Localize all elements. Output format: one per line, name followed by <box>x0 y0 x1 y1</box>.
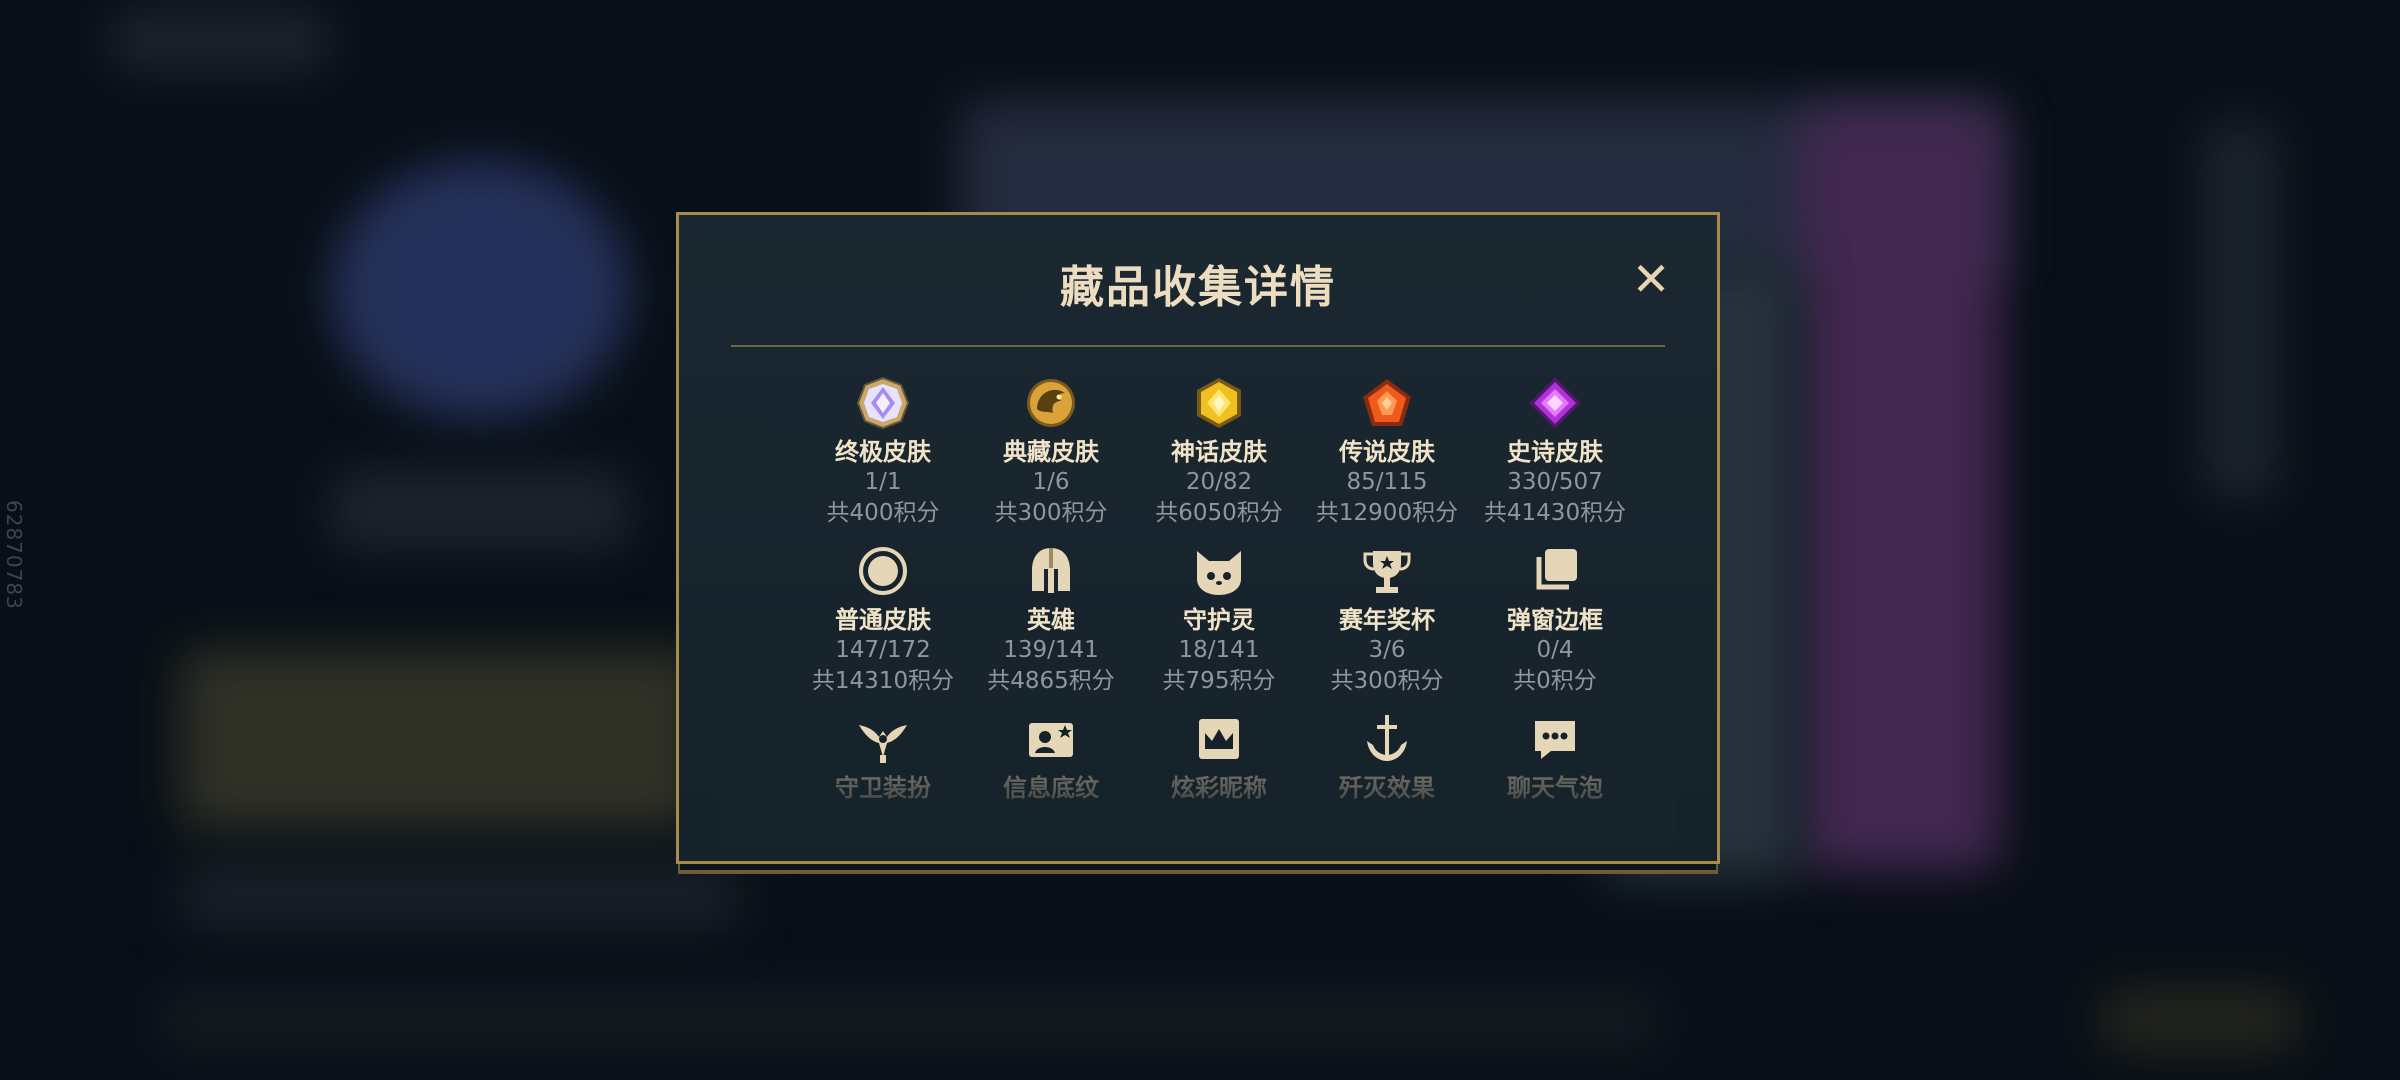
close-button[interactable]: ✕ <box>1629 256 1673 302</box>
collection-item-chat-bubble[interactable]: 聊天气泡 <box>1471 711 1639 803</box>
legendary-gem-icon <box>1363 379 1411 426</box>
item-count: 18/141 <box>1178 637 1260 663</box>
collection-item-popup-frame[interactable]: 弹窗边框 0/4 共0积分 <box>1471 543 1639 697</box>
item-points: 共12900积分 <box>1315 500 1459 526</box>
item-name: 普通皮肤 <box>835 606 931 634</box>
collection-item-ultimate-skin[interactable]: 终极皮肤 1/1 共400积分 <box>799 375 967 529</box>
finisher-anchor-icon <box>1367 715 1407 761</box>
item-name: 史诗皮肤 <box>1507 438 1603 466</box>
item-name: 歼灭效果 <box>1339 774 1435 802</box>
item-count: 85/115 <box>1346 469 1428 495</box>
item-name: 英雄 <box>1027 606 1075 634</box>
item-count: 3/6 <box>1368 637 1406 663</box>
banner-icon <box>1029 723 1073 757</box>
item-name: 赛年奖杯 <box>1339 606 1435 634</box>
modal-title: 藏品收集详情 <box>1060 262 1336 313</box>
trophy-icon <box>1363 551 1411 593</box>
collection-item-legendary-skin[interactable]: 传说皮肤 85/115 共12900积分 <box>1303 375 1471 529</box>
collection-item-mythic-skin[interactable]: 神话皮肤 20/82 共6050积分 <box>1135 375 1303 529</box>
item-count: 20/82 <box>1185 469 1253 495</box>
collection-item-banner[interactable]: 信息底纹 <box>967 711 1135 803</box>
item-name: 传说皮肤 <box>1339 438 1435 466</box>
item-points: 共795积分 <box>1162 668 1276 694</box>
item-points: 共14310积分 <box>811 668 955 694</box>
item-name: 弹窗边框 <box>1507 606 1603 634</box>
collection-item-season-trophy[interactable]: 赛年奖杯 3/6 共300积分 <box>1303 543 1471 697</box>
item-name: 守护灵 <box>1183 606 1255 634</box>
item-name: 典藏皮肤 <box>1003 438 1099 466</box>
collection-details-modal: 藏品收集详情 ✕ 终极皮肤 1/1 共400积分 典藏皮肤 1/6 共300积分… <box>676 212 1720 864</box>
item-count: 1/6 <box>1032 469 1070 495</box>
epic-gem-icon <box>1529 377 1581 429</box>
item-points: 共400积分 <box>826 500 940 526</box>
frame-stack-icon <box>1536 549 1577 590</box>
title-divider <box>731 345 1665 347</box>
collection-item-little-legend[interactable]: 守护灵 18/141 共795积分 <box>1135 543 1303 697</box>
item-name: 神话皮肤 <box>1171 438 1267 466</box>
collection-item-champion[interactable]: 英雄 139/141 共4865积分 <box>967 543 1135 697</box>
collection-item-prestige-skin[interactable]: 典藏皮肤 1/6 共300积分 <box>967 375 1135 529</box>
item-count: 147/172 <box>835 637 931 663</box>
item-name: 终极皮肤 <box>835 438 931 466</box>
item-points: 共41430积分 <box>1483 500 1627 526</box>
item-count: 1/1 <box>864 469 902 495</box>
item-name: 炫彩昵称 <box>1171 774 1267 802</box>
item-name: 聊天气泡 <box>1507 774 1603 802</box>
item-points: 共300积分 <box>1330 668 1444 694</box>
item-points: 共0积分 <box>1513 668 1597 694</box>
item-count: 0/4 <box>1536 637 1574 663</box>
side-id-text: 62870783 <box>2 500 26 610</box>
mythic-gem-icon <box>1197 378 1241 428</box>
item-points: 共6050积分 <box>1155 500 1283 526</box>
item-name: 守卫装扮 <box>835 774 931 802</box>
chat-bubble-icon <box>1535 721 1575 759</box>
standard-skin-icon <box>859 547 907 595</box>
item-count: 330/507 <box>1507 469 1603 495</box>
little-legend-icon <box>1197 551 1241 595</box>
collection-item-standard-skin[interactable]: 普通皮肤 147/172 共14310积分 <box>799 543 967 697</box>
item-name: 信息底纹 <box>1003 774 1099 802</box>
ultimate-gem-icon <box>856 376 910 430</box>
helmet-icon <box>1032 548 1070 593</box>
collection-item-finisher[interactable]: 歼灭效果 <box>1303 711 1471 803</box>
item-count: 139/141 <box>1003 637 1099 663</box>
crown-nameplate-icon <box>1199 719 1239 759</box>
close-icon: ✕ <box>1631 252 1671 306</box>
prestige-dragon-icon <box>1027 379 1075 427</box>
collection-item-ward-skin[interactable]: 守卫装扮 <box>799 711 967 803</box>
ward-icon <box>859 725 907 763</box>
item-points: 共4865积分 <box>987 668 1115 694</box>
item-points: 共300积分 <box>994 500 1108 526</box>
collection-item-colorful-nickname[interactable]: 炫彩昵称 <box>1135 711 1303 803</box>
collection-item-epic-skin[interactable]: 史诗皮肤 330/507 共41430积分 <box>1471 375 1639 529</box>
